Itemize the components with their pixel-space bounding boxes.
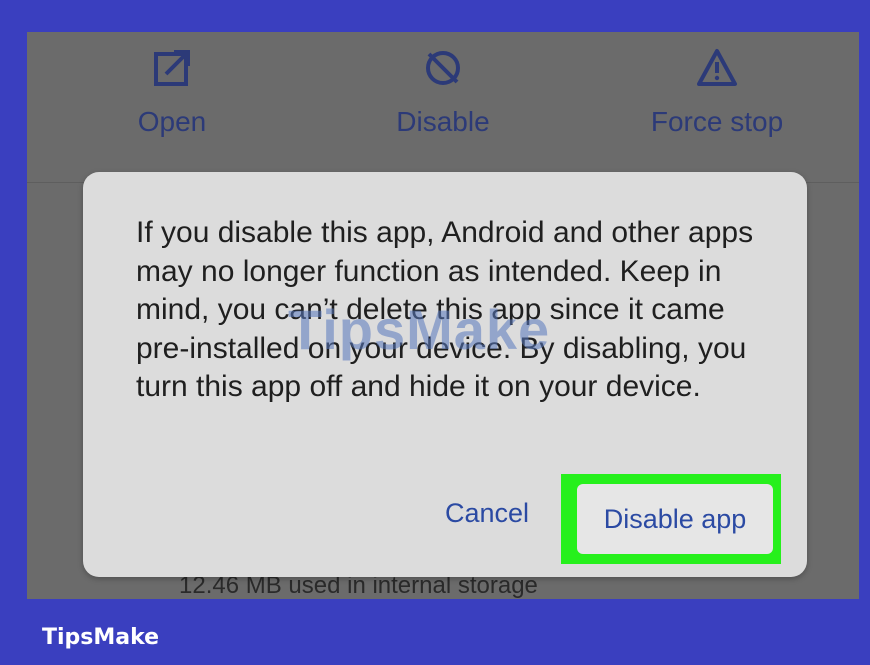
disable-app-dialog: If you disable this app, Android and oth… <box>83 172 807 577</box>
force-stop-label: Force stop <box>650 106 784 137</box>
open-action[interactable]: Open <box>72 46 272 138</box>
warning-triangle-icon <box>697 49 737 86</box>
disable-label: Disable <box>396 106 490 137</box>
force-stop-action[interactable]: Force stop <box>617 46 817 138</box>
disable-action[interactable]: Disable <box>343 46 543 138</box>
disable-circle-icon <box>426 51 460 85</box>
highlight-box: Disable app <box>561 474 781 564</box>
open-external-icon <box>154 50 190 86</box>
brand-logo-text: TipsMake <box>42 625 160 650</box>
app-actions-bar: Open Disable Force stop <box>27 32 859 183</box>
disable-app-button[interactable]: Disable app <box>577 484 773 554</box>
cancel-button[interactable]: Cancel <box>445 498 529 529</box>
open-label: Open <box>137 106 207 137</box>
watermark-text: TipsMake <box>288 298 551 361</box>
